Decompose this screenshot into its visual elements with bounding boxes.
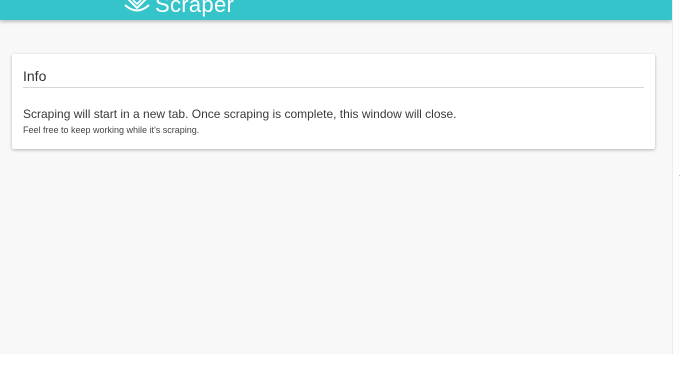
- brand: Scraper: [124, 0, 234, 19]
- scraper-logo-icon: [124, 0, 150, 12]
- scraping-note: Feel free to keep working while it's scr…: [23, 125, 200, 135]
- vertical-scrollbar[interactable]: [672, 0, 680, 354]
- scraping-message: Scraping will start in a new tab. Once s…: [23, 107, 457, 121]
- window-bottom-edge: [0, 354, 680, 383]
- app-header: Scraper: [0, 0, 672, 20]
- card-divider: [23, 87, 644, 88]
- extension-window: Scraper Info Scraping will start in a ne…: [0, 0, 672, 354]
- info-card-title: Info: [23, 68, 47, 84]
- app-name: Scraper: [155, 0, 235, 17]
- info-card: Info Scraping will start in a new tab. O…: [12, 54, 655, 149]
